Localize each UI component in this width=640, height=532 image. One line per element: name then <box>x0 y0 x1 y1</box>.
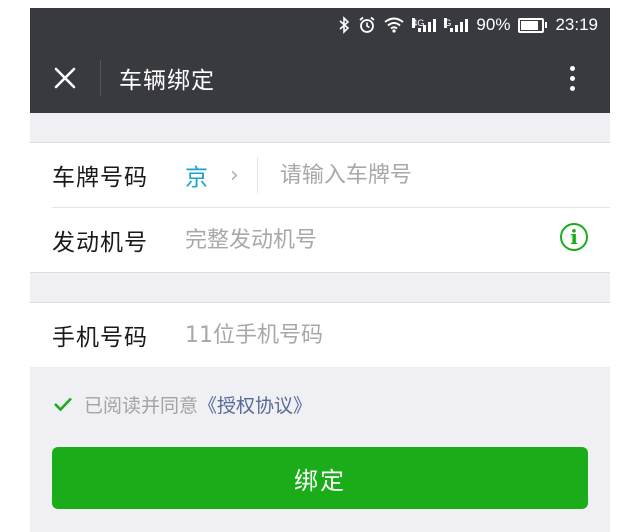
agree-checkbox[interactable] <box>52 393 74 415</box>
engine-row: 发动机号 i <box>30 208 610 272</box>
network-type-2: G <box>444 18 452 28</box>
nav-bar: 车辆绑定 <box>30 42 610 113</box>
more-vertical-icon <box>569 65 575 71</box>
chevron-right-icon[interactable]: › <box>230 163 239 188</box>
nav-divider <box>100 59 101 96</box>
signal-icon: 4G <box>412 18 437 32</box>
agreement-row: 已阅读并同意 《授权协议》 <box>30 367 610 441</box>
engine-label: 发动机号 <box>52 230 148 256</box>
vehicle-info-group: 车牌号码 京 › 发动机号 i <box>30 143 610 272</box>
section-spacer-2 <box>30 272 610 303</box>
close-button[interactable] <box>30 42 100 113</box>
info-icon[interactable]: i <box>560 223 588 251</box>
plate-label: 车牌号码 <box>52 165 148 191</box>
section-spacer <box>30 113 610 143</box>
engine-number-input[interactable] <box>185 220 525 260</box>
bind-button[interactable]: 绑定 <box>52 447 588 509</box>
agreement-text: 已阅读并同意 <box>84 394 199 417</box>
plate-row: 车牌号码 京 › <box>30 143 610 207</box>
close-icon <box>54 67 76 88</box>
alarm-icon <box>358 16 376 34</box>
wifi-icon <box>384 17 405 33</box>
signal-icon-2: G <box>444 18 469 32</box>
status-bar: 4G G 90% 23:19 <box>30 8 610 42</box>
phone-input[interactable] <box>185 315 565 355</box>
page-title: 车辆绑定 <box>119 67 215 94</box>
contact-group: 手机号码 <box>30 303 610 367</box>
bluetooth-icon <box>339 16 350 34</box>
battery-percent: 90% <box>476 15 511 34</box>
phone-label: 手机号码 <box>52 325 148 351</box>
clock: 23:19 <box>555 15 598 34</box>
network-type: 4G <box>412 18 425 28</box>
province-selector[interactable]: 京 <box>185 158 208 192</box>
phone-screen: 4G G 90% 23:19 车辆绑定 车牌号码 京 › 请输入车牌号 发动机号… <box>30 8 610 532</box>
battery-icon <box>518 17 548 33</box>
plate-input[interactable] <box>279 155 550 195</box>
more-options-button[interactable] <box>554 60 590 96</box>
agreement-link[interactable]: 《授权协议》 <box>198 391 312 418</box>
checkmark-icon <box>54 397 72 412</box>
phone-row: 手机号码 <box>30 303 610 367</box>
plate-divider <box>256 157 258 193</box>
